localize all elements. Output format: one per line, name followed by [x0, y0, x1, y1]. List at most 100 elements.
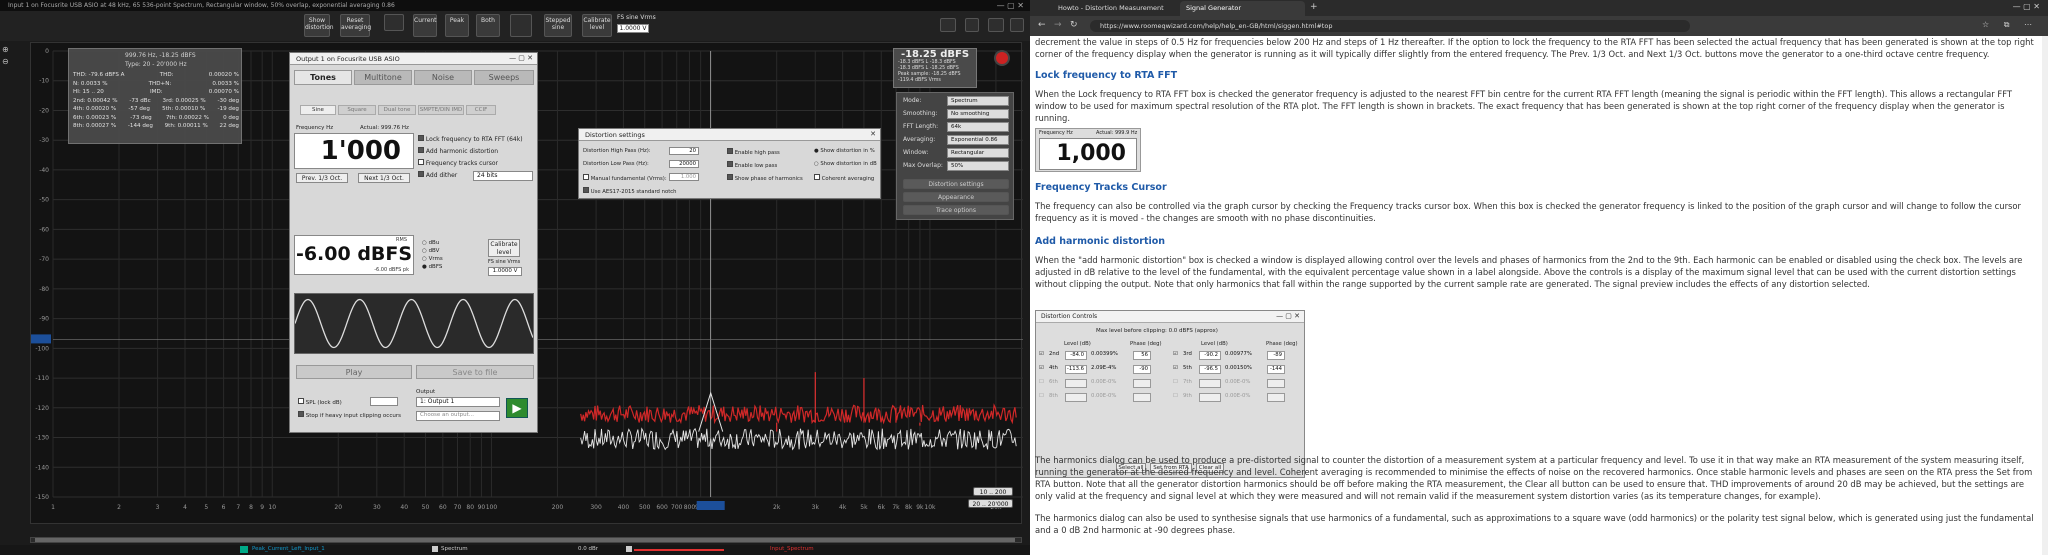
spl-input[interactable]: [370, 397, 398, 406]
browser-toolbar-icons[interactable]: ☆ ⧉ ⋯: [1982, 20, 2038, 30]
tab-noise[interactable]: Noise: [414, 70, 472, 85]
rta-setting-select[interactable]: 64k: [947, 122, 1009, 132]
x-tick-label: 70: [454, 504, 462, 511]
split-icon[interactable]: [965, 18, 979, 32]
settings-icon[interactable]: [1010, 18, 1024, 32]
range-chip-1[interactable]: 10 .. 200: [973, 487, 1013, 496]
enable-lp-check[interactable]: [727, 161, 733, 167]
rta-setting-select[interactable]: Exponential 0.86: [947, 135, 1009, 145]
spl-check[interactable]: [298, 398, 304, 404]
current-button[interactable]: Current: [413, 14, 437, 37]
subtab-dual-tone[interactable]: Dual tone: [378, 105, 416, 115]
heading-lock: Lock frequency to RTA FFT: [1035, 70, 1178, 81]
appearance-button[interactable]: Appearance: [903, 192, 1009, 202]
page-scrollbar[interactable]: [2042, 36, 2048, 555]
y-tick-label: -150: [35, 494, 49, 501]
range-chip-2[interactable]: 20 .. 20'000: [968, 499, 1013, 508]
trace-options-button[interactable]: Trace options: [903, 205, 1009, 215]
back-icon[interactable]: ←: [1038, 20, 1046, 30]
rta-setting-select[interactable]: No smoothing: [947, 109, 1009, 119]
toolbar-icon-button[interactable]: [384, 14, 404, 31]
distset-close-icon[interactable]: ✕: [870, 130, 876, 138]
generator-icon-button[interactable]: [510, 14, 532, 37]
y-tick-label: -110: [35, 375, 49, 382]
distset-manual-label: Manual fundamental (Vrms):: [590, 176, 667, 182]
fullscreen-icon[interactable]: [988, 18, 1004, 32]
frequency-input[interactable]: 1'000: [294, 133, 414, 169]
zoom-out-icon[interactable]: ⊖: [2, 57, 9, 66]
dc-percent-label: 0.00E-0%: [1091, 379, 1117, 385]
coherent-check[interactable]: [814, 174, 820, 180]
dc-enable-check: ☐: [1039, 393, 1044, 399]
url-field[interactable]: https://www.roomeqwizard.com/help/help_e…: [1090, 20, 1690, 32]
subtab-ccif[interactable]: CCIF: [466, 105, 496, 115]
dc-level-input: [1065, 393, 1087, 402]
rta-setting-select[interactable]: Spectrum: [947, 96, 1009, 106]
show-phase-check[interactable]: [727, 174, 733, 180]
next-oct-button[interactable]: Next 1/3 Oct.: [358, 173, 410, 183]
legend-check[interactable]: [432, 546, 438, 552]
rta-setting-select[interactable]: Rectangular: [947, 148, 1009, 158]
dist-range: Type: 20 - 20'000 Hz: [125, 61, 187, 68]
dither-check[interactable]: [418, 171, 424, 177]
new-tab-icon[interactable]: +: [1310, 2, 1318, 12]
prev-oct-button[interactable]: Prev. 1/3 Oct.: [296, 173, 348, 183]
x-tick-label: 300: [590, 504, 602, 511]
record-button[interactable]: [994, 50, 1010, 66]
both-button[interactable]: Both: [476, 14, 500, 37]
tab-multitone[interactable]: Multitone: [354, 70, 412, 85]
subtab-sine[interactable]: Sine: [300, 105, 336, 115]
aes17-check[interactable]: [583, 187, 589, 193]
legend-spectrum: Spectrum: [441, 546, 468, 552]
calibrate-level-button[interactable]: Calibrate level: [582, 14, 612, 37]
add-harmonic-check[interactable]: [418, 147, 424, 153]
tab-tones[interactable]: Tones: [294, 70, 352, 85]
forward-icon[interactable]: →: [1054, 20, 1062, 30]
fs-value-gen[interactable]: 1.0000 V: [488, 267, 522, 276]
calibrate-level-gen-button[interactable]: Calibrate level: [488, 239, 520, 257]
generator-window-controls[interactable]: — ▢ ✕: [509, 54, 533, 62]
subtab-square[interactable]: Square: [338, 105, 376, 115]
dist-db-radio[interactable]: ○ Show distortion in dB: [814, 161, 877, 167]
level-input[interactable]: RMS -6.00 dBFS -6.00 dBFS pk: [294, 235, 414, 275]
distortion-settings-button[interactable]: Distortion settings: [903, 179, 1009, 189]
rta-setting-label: Averaging:: [903, 136, 936, 143]
peak-button[interactable]: Peak: [445, 14, 469, 37]
tab-signal-generator[interactable]: Signal Generator: [1180, 1, 1305, 16]
lock-rta-check[interactable]: [418, 135, 424, 141]
rta-setting-select[interactable]: 50%: [947, 161, 1009, 171]
para-lock: When the Lock frequency to RTA FFT box i…: [1035, 89, 2012, 123]
show-distortion-button[interactable]: Show distortion: [304, 14, 334, 37]
zoom-in-icon[interactable]: ⊕: [2, 45, 9, 54]
reset-averaging-button[interactable]: Reset averaging: [340, 14, 371, 37]
level-big: -18.25 dBFS: [900, 49, 970, 60]
play-icon[interactable]: ▶: [506, 398, 528, 418]
output-choose[interactable]: Choose an output...: [416, 411, 500, 421]
output-select[interactable]: 1: Output 1: [416, 397, 500, 407]
layout-icon[interactable]: [940, 18, 956, 32]
reload-icon[interactable]: ↻: [1070, 20, 1078, 30]
window-controls[interactable]: — ▢ ✕: [997, 1, 1024, 10]
stop-clipping-check[interactable]: [298, 411, 304, 417]
enable-hp-check[interactable]: [727, 148, 733, 154]
save-to-file-button[interactable]: Save to file: [416, 365, 534, 379]
browser-window-controls[interactable]: — ▢ ✕: [2013, 2, 2040, 11]
x-tick-label: 10: [268, 504, 276, 511]
tab-howto[interactable]: Howto - Distortion Measurement: [1052, 2, 1174, 14]
tracks-cursor-check[interactable]: [418, 159, 424, 165]
distset-lp-input[interactable]: 20000: [669, 160, 699, 168]
dc-percent-label: 0.00399%: [1091, 351, 1118, 357]
distset-hp-input[interactable]: 20: [669, 147, 699, 155]
play-button[interactable]: Play: [296, 365, 412, 379]
legend-check-2[interactable]: [626, 546, 632, 552]
stepped-sine-button[interactable]: Stepped sine: [544, 14, 572, 37]
tab-sweeps[interactable]: Sweeps: [474, 70, 534, 85]
dist-percent-radio[interactable]: ● Show distortion in %: [814, 148, 875, 154]
y-tick-label: -130: [35, 435, 49, 442]
fs-value[interactable]: 1.0000 V: [617, 24, 649, 33]
distset-manual-input[interactable]: 1.000: [669, 173, 699, 181]
subtab-smpte[interactable]: SMPTE/DIN IMD: [418, 105, 464, 115]
dither-select[interactable]: 24 bits: [473, 171, 533, 181]
horizontal-scrollbar[interactable]: [30, 537, 1022, 543]
legend-trace-name[interactable]: Peak_Current_Left_Input_1: [252, 546, 325, 552]
